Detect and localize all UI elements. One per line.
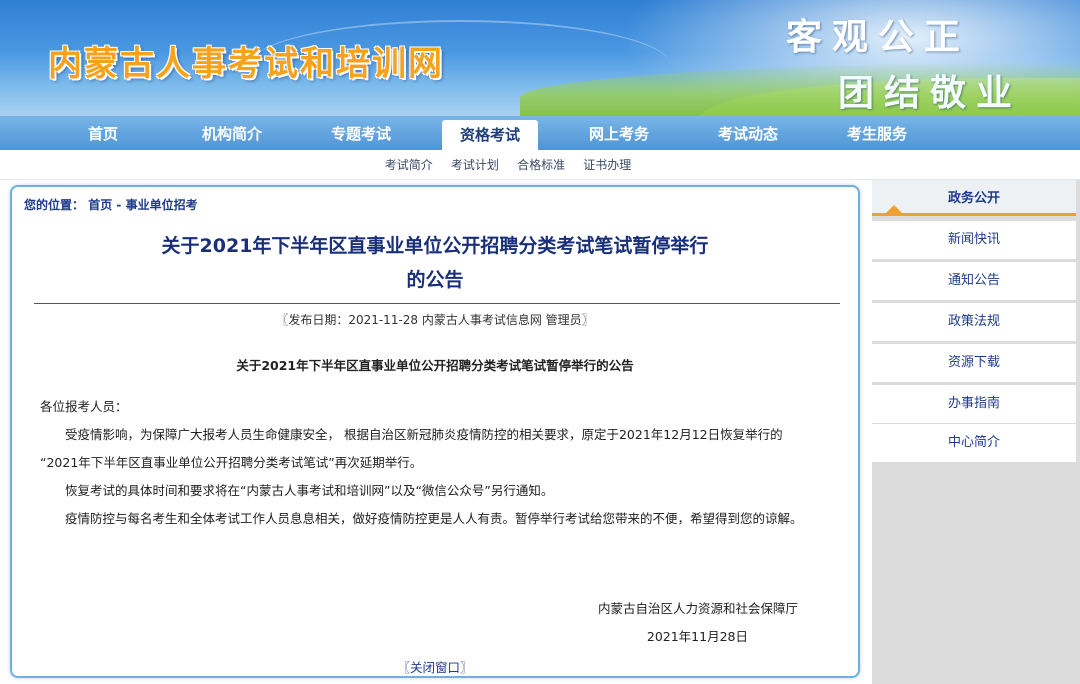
signature-date: 2021年11月28日 (646, 629, 748, 644)
article-title-line-2: 的公告 (406, 269, 464, 291)
sidebar-item-center-intro[interactable]: 中心简介 (872, 424, 1076, 462)
title-divider (34, 303, 840, 304)
article-paragraph: 受疫情影响，为保障广大报考人员生命健康安全， 根据自治区新冠肺炎疫情防控的相关要… (40, 427, 783, 470)
main-nav: 首页 机构简介 专题考试 资格考试 网上考务 考试动态 考生服务 (0, 116, 1080, 150)
breadcrumb-home-link[interactable]: 首页 (88, 198, 112, 212)
breadcrumb-separator: - (112, 198, 126, 212)
article-title-line-1: 关于2021年下半年区直事业单位公开招聘分类考试笔试暂停举行 (161, 235, 709, 257)
site-banner: 内蒙古人事考试和培训网 客观公正 团结敬业 (0, 0, 1080, 116)
nav-item-exam-news[interactable]: 考试动态 (700, 116, 796, 150)
sidebar-item-notices[interactable]: 通知公告 (872, 262, 1076, 300)
signature-organization: 内蒙古自治区人力资源和社会保障厅 (597, 601, 798, 616)
slogan-line-1: 客观公正 (786, 16, 971, 58)
sidebar-item-service-guide[interactable]: 办事指南 (872, 385, 1076, 423)
sidebar-item-policies[interactable]: 政策法规 (872, 303, 1076, 341)
breadcrumb-prefix: 您的位置： (24, 198, 85, 212)
nav-item-qualification-exams[interactable]: 资格考试 (442, 120, 538, 150)
article-panel: 您的位置： 首页 - 事业单位招考 关于2021年下半年区直事业单位公开招聘分类… (10, 185, 860, 678)
publish-meta: 〖发布日期：2021-11-28 内蒙古人事考试信息网 管理员〗 (276, 313, 594, 327)
triangle-marker-icon (886, 205, 902, 213)
sidebar-item-news[interactable]: 新闻快讯 (872, 221, 1076, 259)
close-window-link[interactable]: 〖关闭窗口〗 (397, 660, 472, 675)
nav-item-home[interactable]: 首页 (55, 116, 151, 150)
nav-item-about[interactable]: 机构简介 (184, 116, 280, 150)
article-subtitle: 关于2021年下半年区直事业单位公开招聘分类考试笔试暂停举行的公告 (236, 358, 634, 373)
site-title: 内蒙古人事考试和培训网 (48, 44, 444, 84)
sidebar: 政务公开 新闻快讯 通知公告 政策法规 资源下载 办事指南 中心简介 (872, 180, 1080, 684)
sidebar-item-downloads[interactable]: 资源下载 (872, 344, 1076, 382)
sidebar-header: 政务公开 (872, 180, 1076, 216)
article-body: 各位报考人员： 受疫情影响，为保障广大报考人员生命健康安全， 根据自治区新冠肺炎… (40, 393, 820, 533)
breadcrumb: 您的位置： 首页 - 事业单位招考 (24, 196, 198, 213)
article-title: 关于2021年下半年区直事业单位公开招聘分类考试笔试暂停举行 的公告 (12, 229, 858, 297)
subnav-item-exam-plan[interactable]: 考试计划 (451, 158, 499, 172)
article-greeting: 各位报考人员： (40, 399, 128, 414)
close-window-area: 〖关闭窗口〗 (12, 657, 858, 676)
subnav-item-pass-standard[interactable]: 合格标准 (517, 158, 565, 172)
subnav-item-certificate[interactable]: 证书办理 (583, 158, 631, 172)
nav-item-special-exams[interactable]: 专题考试 (313, 116, 409, 150)
sidebar-header-label: 政务公开 (947, 191, 1000, 206)
sub-nav: 考试简介 考试计划 合格标准 证书办理 (0, 150, 1080, 180)
nav-item-online-exam-affairs[interactable]: 网上考务 (571, 116, 667, 150)
article-signature: 内蒙古自治区人力资源和社会保障厅 2021年11月28日 (598, 595, 798, 651)
nav-item-candidate-services[interactable]: 考生服务 (829, 116, 925, 150)
subnav-item-exam-intro[interactable]: 考试简介 (385, 158, 433, 172)
article-paragraph: 恢复考试的具体时间和要求将在“内蒙古人事考试和培训网”以及“微信公众号”另行通知… (65, 483, 554, 498)
breadcrumb-current-link[interactable]: 事业单位招考 (126, 198, 198, 212)
article-paragraph: 疫情防控与每名考生和全体考试工作人员息息相关，做好疫情防控更是人人有责。暂停举行… (65, 511, 803, 526)
slogan-line-2: 团结敬业 (838, 72, 1023, 114)
